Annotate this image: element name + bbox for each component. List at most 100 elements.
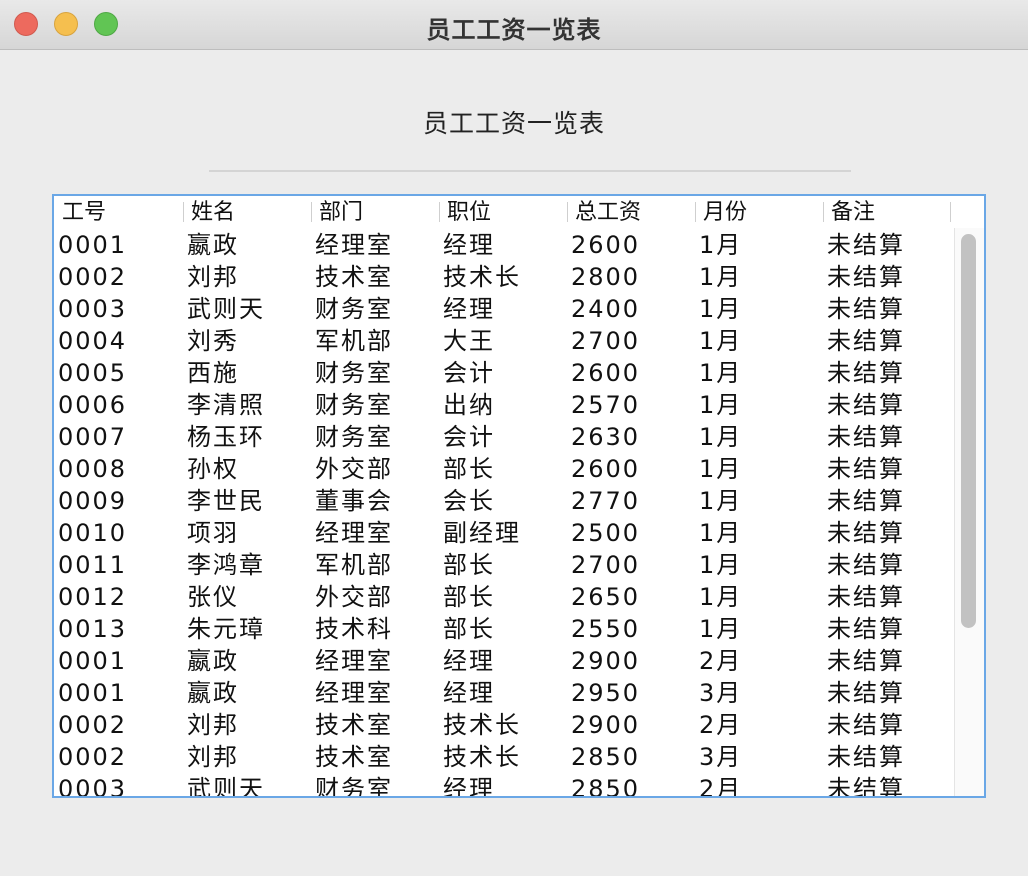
cell-remark: 未结算 <box>827 263 905 291</box>
cell-position: 出纳 <box>443 391 495 419</box>
cell-month: 1月 <box>699 231 743 259</box>
cell-employee-id: 0003 <box>58 775 128 798</box>
table-body[interactable]: 0001 嬴政 经理室 经理 2600 1月 未结算 0002 刘邦 技术室 技术长 2800 1月 未结… <box>54 228 954 798</box>
cell-employee-id: 0004 <box>58 327 128 355</box>
cell-position: 技术长 <box>443 711 521 739</box>
cell-department: 军机部 <box>315 551 393 579</box>
cell-position: 经理 <box>443 295 495 323</box>
cell-month: 1月 <box>699 519 743 547</box>
column-header-total-salary[interactable]: 总工资 <box>567 196 695 228</box>
salary-table: 工号 姓名 部门 职位 总工资 月份 备注 0001 嬴政 经理室 经理 2600 1月 未结算 0002… <box>52 194 986 798</box>
table-row[interactable]: 0005 西施 财务室 会计 2600 1月 未结算 <box>54 356 954 388</box>
cell-name: 刘邦 <box>187 743 239 771</box>
table-row[interactable]: 0002 刘邦 技术室 技术长 2800 1月 未结算 <box>54 260 954 292</box>
cell-total-salary: 2850 <box>571 743 641 771</box>
cell-month: 1月 <box>699 551 743 579</box>
table-row[interactable]: 0001 嬴政 经理室 经理 2600 1月 未结算 <box>54 228 954 260</box>
cell-month: 2月 <box>699 775 743 798</box>
cell-employee-id: 0006 <box>58 391 128 419</box>
cell-employee-id: 0013 <box>58 615 128 643</box>
cell-name: 嬴政 <box>187 647 239 675</box>
cell-department: 财务室 <box>315 423 393 451</box>
cell-name: 朱元璋 <box>187 615 265 643</box>
cell-department: 经理室 <box>315 679 393 707</box>
cell-remark: 未结算 <box>827 775 905 798</box>
table-row[interactable]: 0002 刘邦 技术室 技术长 2850 3月 未结算 <box>54 740 954 772</box>
cell-position: 部长 <box>443 583 495 611</box>
table-row[interactable]: 0012 张仪 外交部 部长 2650 1月 未结算 <box>54 580 954 612</box>
table-row[interactable]: 0001 嬴政 经理室 经理 2900 2月 未结算 <box>54 644 954 676</box>
cell-total-salary: 2850 <box>571 775 641 798</box>
cell-department: 财务室 <box>315 391 393 419</box>
table-header: 工号 姓名 部门 职位 总工资 月份 备注 <box>54 196 954 228</box>
cell-total-salary: 2600 <box>571 359 641 387</box>
table-row[interactable]: 0002 刘邦 技术室 技术长 2900 2月 未结算 <box>54 708 954 740</box>
table-row[interactable]: 0013 朱元璋 技术科 部长 2550 1月 未结算 <box>54 612 954 644</box>
cell-department: 技术室 <box>315 711 393 739</box>
table-row[interactable]: 0004 刘秀 军机部 大王 2700 1月 未结算 <box>54 324 954 356</box>
cell-remark: 未结算 <box>827 327 905 355</box>
table-row[interactable]: 0009 李世民 董事会 会长 2770 1月 未结算 <box>54 484 954 516</box>
table-row[interactable]: 0007 杨玉环 财务室 会计 2630 1月 未结算 <box>54 420 954 452</box>
cell-department: 技术科 <box>315 615 393 643</box>
divider <box>209 170 851 172</box>
cell-remark: 未结算 <box>827 519 905 547</box>
cell-name: 刘邦 <box>187 263 239 291</box>
cell-month: 1月 <box>699 327 743 355</box>
cell-employee-id: 0003 <box>58 295 128 323</box>
cell-employee-id: 0002 <box>58 743 128 771</box>
cell-total-salary: 2400 <box>571 295 641 323</box>
cell-department: 外交部 <box>315 583 393 611</box>
cell-total-salary: 2770 <box>571 487 641 515</box>
cell-position: 经理 <box>443 679 495 707</box>
cell-position: 会长 <box>443 487 495 515</box>
table-row[interactable]: 0003 武则天 财务室 经理 2850 2月 未结算 <box>54 772 954 798</box>
cell-name: 嬴政 <box>187 679 239 707</box>
column-header-remark[interactable]: 备注 <box>823 196 950 228</box>
cell-name: 杨玉环 <box>187 423 265 451</box>
cell-department: 董事会 <box>315 487 393 515</box>
column-header-name[interactable]: 姓名 <box>183 196 311 228</box>
cell-employee-id: 0009 <box>58 487 128 515</box>
app-window: 员工工资一览表 员工工资一览表 工号 姓名 部门 职位 总工资 月份 备注 0001 嬴政 经理… <box>0 0 1028 876</box>
cell-month: 1月 <box>699 423 743 451</box>
scrollbar-thumb[interactable] <box>961 234 976 628</box>
cell-position: 技术长 <box>443 263 521 291</box>
cell-department: 技术室 <box>315 263 393 291</box>
column-header-employee-id[interactable]: 工号 <box>54 196 183 228</box>
cell-name: 刘邦 <box>187 711 239 739</box>
cell-employee-id: 0002 <box>58 711 128 739</box>
cell-department: 外交部 <box>315 455 393 483</box>
cell-department: 经理室 <box>315 231 393 259</box>
table-row[interactable]: 0010 项羽 经理室 副经理 2500 1月 未结算 <box>54 516 954 548</box>
cell-name: 西施 <box>187 359 239 387</box>
table-row[interactable]: 0001 嬴政 经理室 经理 2950 3月 未结算 <box>54 676 954 708</box>
cell-name: 孙权 <box>187 455 239 483</box>
cell-name: 李世民 <box>187 487 265 515</box>
title-bar: 员工工资一览表 <box>0 0 1028 50</box>
table-row[interactable]: 0006 李清照 财务室 出纳 2570 1月 未结算 <box>54 388 954 420</box>
column-header-department[interactable]: 部门 <box>311 196 439 228</box>
cell-remark: 未结算 <box>827 743 905 771</box>
table-row[interactable]: 0008 孙权 外交部 部长 2600 1月 未结算 <box>54 452 954 484</box>
cell-name: 张仪 <box>187 583 239 611</box>
table-row[interactable]: 0011 李鸿章 军机部 部长 2700 1月 未结算 <box>54 548 954 580</box>
cell-month: 1月 <box>699 455 743 483</box>
column-header-position[interactable]: 职位 <box>439 196 567 228</box>
cell-employee-id: 0011 <box>58 551 128 579</box>
cell-position: 部长 <box>443 455 495 483</box>
cell-month: 2月 <box>699 711 743 739</box>
column-header-month[interactable]: 月份 <box>695 196 823 228</box>
cell-total-salary: 2700 <box>571 551 641 579</box>
table-row[interactable]: 0003 武则天 财务室 经理 2400 1月 未结算 <box>54 292 954 324</box>
cell-total-salary: 2800 <box>571 263 641 291</box>
cell-remark: 未结算 <box>827 391 905 419</box>
cell-remark: 未结算 <box>827 455 905 483</box>
cell-position: 经理 <box>443 647 495 675</box>
cell-total-salary: 2950 <box>571 679 641 707</box>
cell-remark: 未结算 <box>827 551 905 579</box>
cell-position: 部长 <box>443 615 495 643</box>
cell-total-salary: 2900 <box>571 711 641 739</box>
cell-month: 2月 <box>699 647 743 675</box>
header-divider <box>950 202 951 222</box>
